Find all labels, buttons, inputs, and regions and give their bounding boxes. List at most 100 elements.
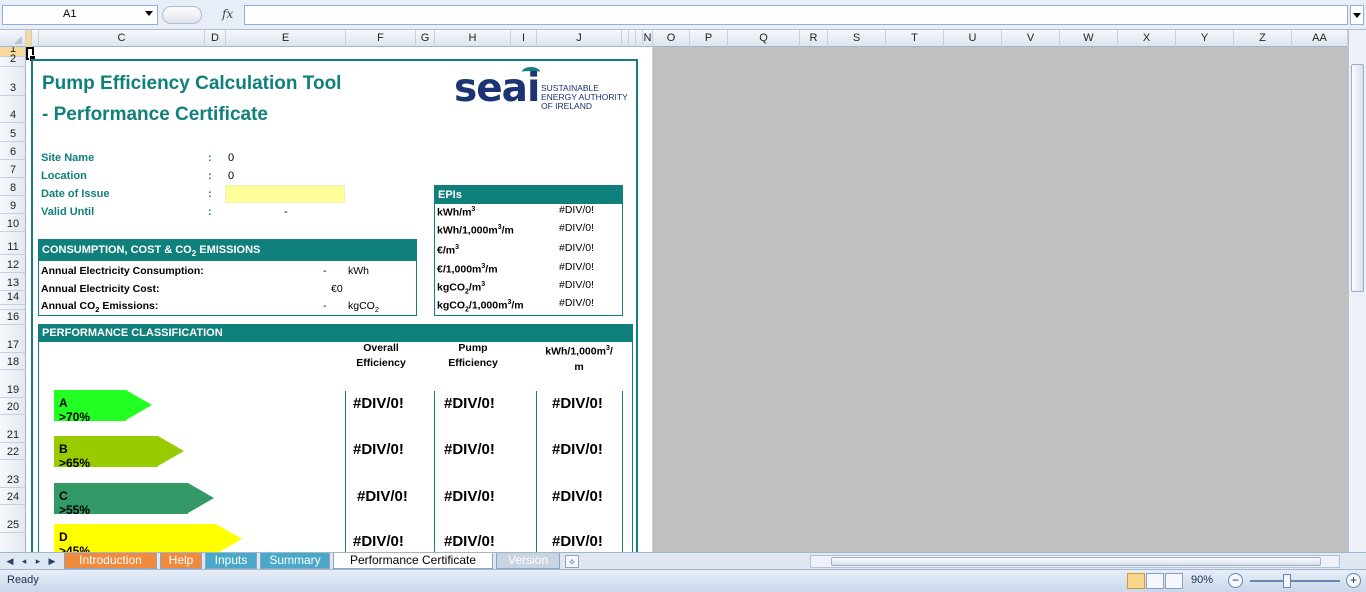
row-header-18[interactable]: 18 [0, 353, 25, 370]
vertical-scroll-thumb[interactable] [1351, 64, 1364, 292]
row-header-2[interactable]: 2 [0, 53, 25, 67]
row-header-22[interactable]: 22 [0, 443, 25, 460]
column-header-l[interactable] [629, 30, 636, 47]
valid-until-value[interactable]: - [284, 206, 288, 218]
column-header-c[interactable]: C [39, 30, 205, 47]
band-pump-value: #DIV/0! [444, 533, 495, 550]
band-overall-value: #DIV/0! [353, 533, 404, 550]
column-header-s[interactable]: S [828, 30, 886, 47]
first-sheet-icon[interactable]: ◀ [4, 555, 16, 567]
horizontal-scroll-thumb[interactable] [831, 557, 1321, 566]
epis-box: EPIs kWh/m3 #DIV/0! kWh/1,000m3/m #DIV/0! €/… [434, 185, 623, 316]
excel-window: A1 fx C D E F G H I J N O P Q R S T U V W X Y Z AA 1234567891… [0, 0, 1366, 592]
row-header-7[interactable]: 7 [0, 160, 25, 178]
row-header-9[interactable]: 9 [0, 196, 25, 214]
annual-co2-unit-a: kgCO [348, 300, 375, 312]
sheet-tab-help[interactable]: Help [160, 553, 202, 569]
row-header-25[interactable]: 25 [0, 505, 25, 533]
prev-sheet-icon[interactable]: ◂ [18, 555, 30, 567]
page-break-preview-button[interactable] [1165, 573, 1183, 589]
sheet-tab-inputs[interactable]: Inputs [205, 553, 257, 569]
sheet-tab-performance-certificate[interactable]: Performance Certificate [333, 553, 493, 569]
row-header-20[interactable]: 20 [0, 398, 25, 415]
epi-label: kWh/m3 [437, 206, 476, 219]
horizontal-scrollbar[interactable] [810, 555, 1340, 568]
expand-formula-bar-button[interactable] [1350, 5, 1364, 25]
column-header-v[interactable]: V [1002, 30, 1060, 47]
name-box[interactable]: A1 [2, 5, 158, 25]
formula-input[interactable] [244, 5, 1348, 25]
insert-sheet-icon[interactable]: ✧ [565, 555, 579, 568]
row-header-8[interactable]: 8 [0, 178, 25, 196]
column-header-k[interactable] [622, 30, 629, 47]
epi-label: kgCO2/1,000m3/m [437, 299, 524, 314]
column-header-r[interactable]: R [800, 30, 828, 47]
row-header-13[interactable]: 13 [0, 273, 25, 291]
band-kwh-value: #DIV/0! [552, 533, 603, 550]
epi-label: €/m3 [437, 244, 459, 257]
row-header-4[interactable]: 4 [0, 96, 25, 123]
annual-cost-value: €0 [331, 283, 343, 295]
zoom-slider-thumb[interactable] [1283, 574, 1291, 588]
date-of-issue-input[interactable] [225, 185, 345, 203]
sheet-tab-introduction[interactable]: Introduction [64, 553, 157, 569]
annual-consumption-label: Annual Electricity Consumption: [41, 265, 204, 277]
site-name-value[interactable]: 0 [228, 152, 234, 164]
column-header-u[interactable]: U [944, 30, 1002, 47]
column-header-t[interactable]: T [886, 30, 944, 47]
row-header-24[interactable]: 24 [0, 488, 25, 505]
row-header-23[interactable]: 23 [0, 460, 25, 488]
insert-function-icon[interactable]: fx [222, 7, 233, 21]
vertical-scrollbar[interactable] [1348, 30, 1366, 552]
column-header-y[interactable]: Y [1176, 30, 1234, 47]
column-header-h[interactable]: H [435, 30, 511, 47]
last-sheet-icon[interactable]: ▶ [46, 555, 58, 567]
name-box-dropdown-icon[interactable] [145, 11, 153, 16]
row-header-16[interactable]: 16 [0, 310, 25, 325]
column-header-x[interactable]: X [1118, 30, 1176, 47]
location-value[interactable]: 0 [228, 170, 234, 182]
row-header-5[interactable]: 5 [0, 123, 25, 142]
row-header-12[interactable]: 12 [0, 255, 25, 273]
column-header-e[interactable]: E [226, 30, 346, 47]
column-header-m[interactable] [636, 30, 643, 47]
overall-header-line-2: Efficiency [356, 357, 406, 369]
select-all-corner[interactable] [0, 30, 26, 47]
page-layout-view-button[interactable] [1146, 573, 1164, 589]
column-header-j[interactable]: J [537, 30, 622, 47]
next-sheet-icon[interactable]: ▸ [32, 555, 44, 567]
row-header-19[interactable]: 19 [0, 370, 25, 398]
column-header-q[interactable]: Q [728, 30, 800, 47]
normal-view-button[interactable] [1127, 573, 1145, 589]
zoom-slider[interactable] [1250, 580, 1340, 582]
epi-label: kWh/1,000m3/m [437, 224, 514, 237]
row-header-10[interactable]: 10 [0, 214, 25, 232]
column-header-z[interactable]: Z [1234, 30, 1292, 47]
column-header-n[interactable]: N [643, 30, 653, 47]
column-header-w[interactable]: W [1060, 30, 1118, 47]
column-header-p[interactable]: P [690, 30, 728, 47]
row-header-21[interactable]: 21 [0, 415, 25, 443]
zoom-level[interactable]: 90% [1191, 574, 1213, 586]
row-header-3[interactable]: 3 [0, 67, 25, 96]
column-header-d[interactable]: D [205, 30, 226, 47]
sheet-tab-version[interactable]: Version [496, 553, 560, 569]
zoom-in-button[interactable]: + [1346, 573, 1361, 588]
formula-divider-handle[interactable] [162, 6, 202, 24]
column-header-o[interactable]: O [653, 30, 690, 47]
worksheet-grid[interactable]: Pump Efficiency Calculation Tool - Perfo… [26, 47, 1348, 552]
column-header-b[interactable] [32, 30, 39, 47]
epi-label: €/1,000m3/m [437, 263, 498, 276]
column-header-f[interactable]: F [346, 30, 416, 47]
sheet-tab-summary[interactable]: Summary [260, 553, 330, 569]
row-header-17[interactable]: 17 [0, 325, 25, 353]
zoom-out-button[interactable]: − [1228, 573, 1243, 588]
column-header-g[interactable]: G [416, 30, 435, 47]
column-header-aa[interactable]: AA [1292, 30, 1348, 47]
column-header-i[interactable]: I [511, 30, 537, 47]
row-header-14[interactable]: 14 [0, 291, 25, 305]
row-header-11[interactable]: 11 [0, 232, 25, 255]
band-kwh-value: #DIV/0! [552, 488, 603, 505]
band-kwh-value: #DIV/0! [552, 395, 603, 412]
row-header-6[interactable]: 6 [0, 142, 25, 160]
